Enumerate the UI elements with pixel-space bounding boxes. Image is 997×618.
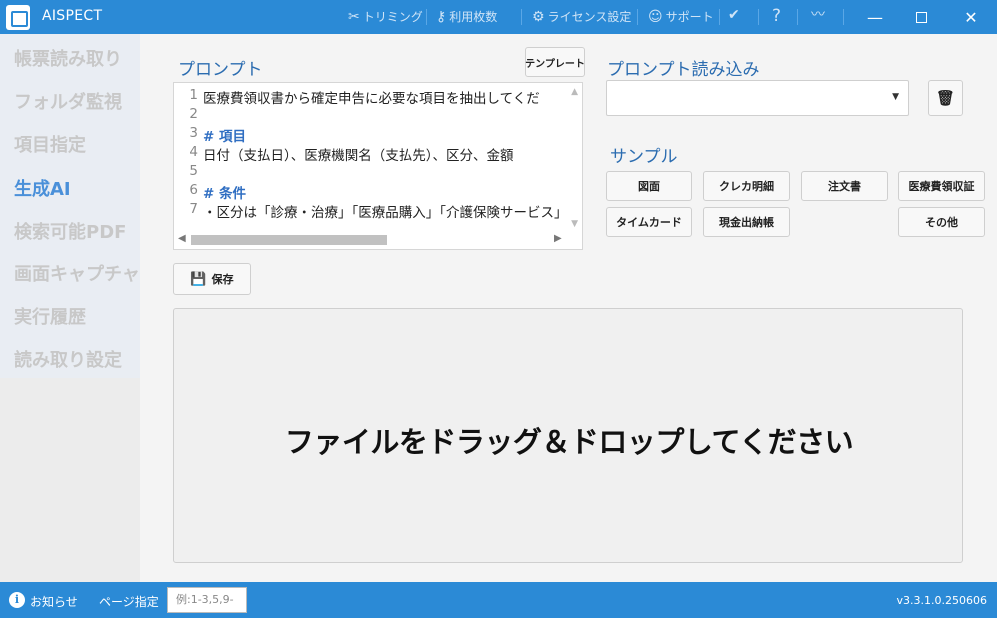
sidebar-item-history[interactable]: 実行履歴 <box>14 303 86 329</box>
minimize-icon: — <box>867 7 883 27</box>
page-spec-label: ページ指定 <box>99 595 159 609</box>
editor-line: 1 医療費領収書から確定申告に必要な項目を抽出してくだ <box>174 87 574 107</box>
version-text: v3.3.1.0.250606 <box>896 594 987 607</box>
scroll-up-icon[interactable]: ▲ <box>571 87 578 97</box>
sample-button-drawing[interactable]: 図面 <box>606 171 692 201</box>
template-button[interactable]: テンプレート <box>525 47 585 77</box>
sample-button-other[interactable]: その他 <box>898 207 985 237</box>
gear-icon: ⚙ <box>532 8 545 25</box>
sidebar-item-generative-ai[interactable]: 生成AI <box>14 175 71 201</box>
line-text: 医療費領収書から確定申告に必要な項目を抽出してくだ <box>203 91 540 107</box>
help-icon: ? <box>772 6 782 26</box>
scroll-left-icon[interactable]: ◀ <box>178 233 186 244</box>
close-icon: ✕ <box>964 7 978 27</box>
editor-line: 7 ・区分は「診療・治療」「医療品購入」「介護保険サービス」 <box>174 201 574 221</box>
app-title: AISPECT <box>42 8 103 24</box>
maximize-button[interactable] <box>908 4 934 30</box>
sample-button-cashbook[interactable]: 現金出納帳 <box>703 207 790 237</box>
notice-link[interactable]: お知らせ <box>30 593 78 610</box>
close-button[interactable]: ✕ <box>958 4 984 30</box>
line-number: 3 <box>189 125 198 141</box>
editor-line: 4 日付（支払日）、医療機関名（支払先）、区分、金額 <box>174 144 574 164</box>
license-settings-button[interactable]: ⚙ ライセンス設定 <box>532 8 631 25</box>
file-drop-zone[interactable]: ファイルをドラッグ＆ドロップしてください <box>173 308 963 563</box>
trimming-button[interactable]: ✂ トリミング <box>348 8 423 25</box>
delete-prompt-button[interactable]: 🗑 <box>928 80 963 116</box>
info-icon: i <box>9 592 25 608</box>
toolbar-divider <box>719 9 720 25</box>
sample-button-timecard[interactable]: タイムカード <box>606 207 692 237</box>
toolbar-divider <box>426 9 427 25</box>
toolbar-divider <box>758 9 759 25</box>
sidebar-item-form-reading[interactable]: 帳票読み取り <box>14 45 122 71</box>
activity-button[interactable]: 〰 <box>811 8 825 22</box>
toolbar-divider <box>797 9 798 25</box>
check-circle-icon: ✔ <box>728 7 740 23</box>
support-label: サポート <box>665 10 714 24</box>
maximize-icon <box>915 11 927 23</box>
activity-icon: 〰 <box>811 7 825 23</box>
help-button[interactable]: ? <box>772 8 781 25</box>
sample-button-credit-card[interactable]: クレカ明細 <box>703 171 790 201</box>
title-bar: AISPECT ✂ トリミング ⚷ 利用枚数 ⚙ ライセンス設定 ☺ サポート … <box>0 0 997 34</box>
line-text: # 項目 <box>203 129 247 145</box>
samples-title: サンプル <box>610 147 678 167</box>
sample-button-order[interactable]: 注文書 <box>801 171 888 201</box>
sample-button-medical-receipt[interactable]: 医療費領収証 <box>898 171 985 201</box>
prompt-load-dropdown[interactable]: ▼ <box>606 80 909 116</box>
line-number: 4 <box>189 144 198 160</box>
sidebar-item-field-spec[interactable]: 項目指定 <box>14 131 86 157</box>
usage-count-label: 利用枚数 <box>449 10 498 24</box>
prompt-title: プロンプト <box>178 60 263 80</box>
chevron-down-icon: ▼ <box>892 92 899 102</box>
editor-line: 5 <box>174 163 574 182</box>
trimming-label: トリミング <box>362 10 423 24</box>
scroll-down-icon[interactable]: ▼ <box>571 219 578 229</box>
sidebar-item-read-settings[interactable]: 読み取り設定 <box>14 346 122 372</box>
prompt-editor[interactable]: 1 医療費領収書から確定申告に必要な項目を抽出してくだ 2 3 # 項目 4 日… <box>173 82 583 250</box>
line-number: 2 <box>189 106 198 122</box>
editor-line: 2 <box>174 106 574 125</box>
line-number: 6 <box>189 182 198 198</box>
line-text: ・区分は「診療・治療」「医療品購入」「介護保険サービス」 <box>203 205 568 221</box>
trash-icon: 🗑 <box>935 89 956 107</box>
horizontal-scrollbar[interactable]: ◀ ▶ <box>174 231 570 247</box>
toolbar-divider <box>843 9 844 25</box>
toolbar-divider <box>521 9 522 25</box>
check-update-button[interactable]: ✔ <box>728 8 740 22</box>
save-label: 保存 <box>211 273 234 286</box>
editor-line: 6 # 条件 <box>174 182 574 202</box>
scroll-right-icon[interactable]: ▶ <box>554 233 562 244</box>
editor-line: 3 # 項目 <box>174 125 574 145</box>
support-icon: ☺ <box>648 8 663 25</box>
prompt-load-title: プロンプト読み込み <box>607 60 760 80</box>
line-text: 日付（支払日）、医療機関名（支払先）、区分、金額 <box>203 148 514 164</box>
key-icon: ⚷ <box>436 8 447 25</box>
line-text: # 条件 <box>203 186 247 202</box>
toolbar-divider <box>637 9 638 25</box>
sidebar-item-searchable-pdf[interactable]: 検索可能PDF <box>14 218 126 244</box>
status-bar: i お知らせ ページ指定 例:1-3,5,9- v3.3.1.0.250606 <box>0 582 997 618</box>
scrollbar-thumb[interactable] <box>191 235 387 245</box>
sidebar: 帳票読み取り フォルダ監視 項目指定 生成AI 検索可能PDF 画面キャプチャ … <box>0 34 140 582</box>
support-button[interactable]: ☺ サポート <box>648 8 714 25</box>
save-icon: 💾 <box>190 271 207 287</box>
save-button[interactable]: 💾 保存 <box>173 263 251 295</box>
usage-count-button[interactable]: ⚷ 利用枚数 <box>436 8 497 25</box>
sidebar-item-folder-monitor[interactable]: フォルダ監視 <box>14 88 122 114</box>
line-number: 5 <box>189 163 198 179</box>
line-number: 1 <box>189 87 198 103</box>
scissors-icon: ✂ <box>348 8 360 25</box>
page-spec-input[interactable]: 例:1-3,5,9- <box>167 587 247 613</box>
line-number: 7 <box>189 201 198 217</box>
drop-zone-text: ファイルをドラッグ＆ドロップしてください <box>284 425 854 459</box>
app-logo-icon <box>6 5 30 30</box>
license-settings-label: ライセンス設定 <box>547 10 632 24</box>
minimize-button[interactable]: — <box>862 4 888 30</box>
sidebar-item-screen-capture[interactable]: 画面キャプチャ <box>14 260 140 286</box>
